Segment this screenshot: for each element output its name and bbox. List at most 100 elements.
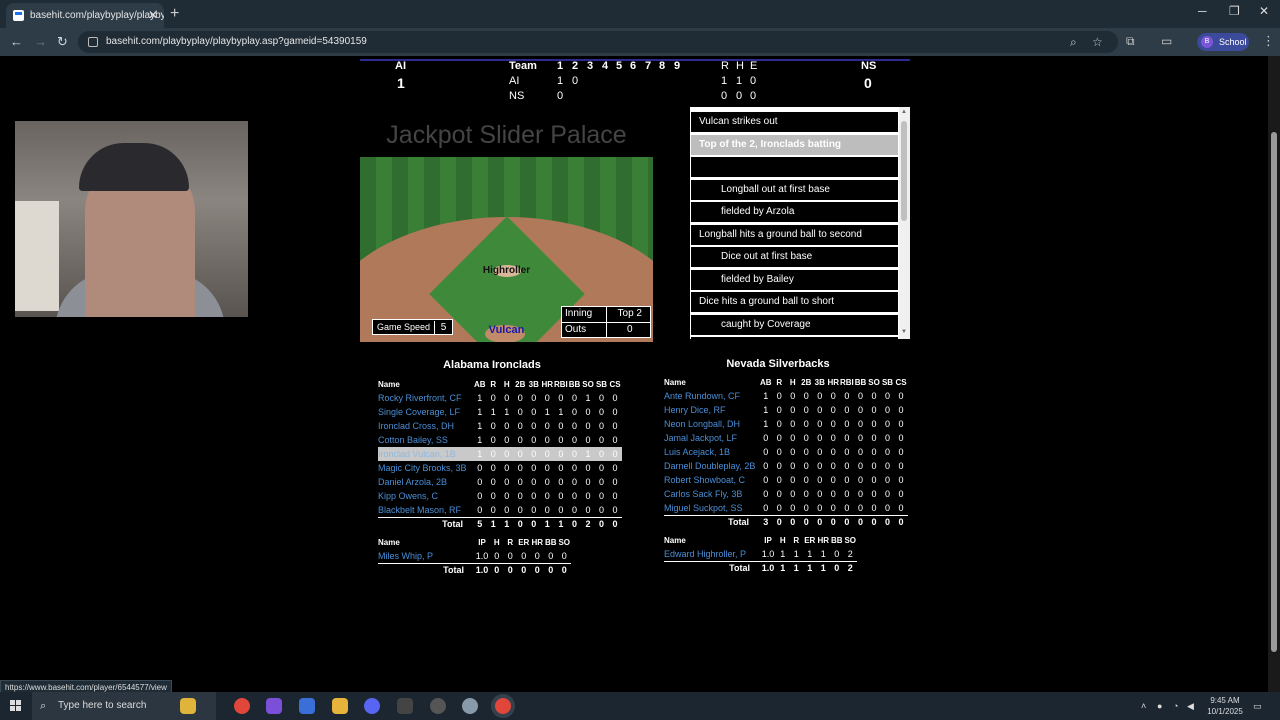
player-name-link[interactable]: Jamal Jackpot, LF bbox=[664, 431, 759, 445]
pitcher-name-link[interactable]: Edward Highroller, P bbox=[664, 547, 760, 561]
total-cell: 1 bbox=[486, 516, 500, 531]
stat-cell: 0 bbox=[803, 475, 809, 485]
microphone-icon[interactable]: ● bbox=[1157, 692, 1162, 720]
volume-icon[interactable]: ◀ bbox=[1187, 692, 1194, 720]
profile-label: School bbox=[1219, 37, 1247, 47]
taskbar-clock[interactable]: 9:45 AM 10/1/2025 bbox=[1200, 695, 1250, 717]
scrollbar-thumb[interactable] bbox=[1271, 132, 1277, 652]
total-cell: 0 bbox=[880, 514, 895, 529]
player-name-link[interactable]: Miguel Suckpot, SS bbox=[664, 501, 759, 515]
new-tab-icon[interactable]: + bbox=[170, 3, 179, 25]
scroll-down-icon[interactable]: ▼ bbox=[901, 329, 907, 335]
stat-cell: 0 bbox=[521, 550, 527, 561]
stat-cell: 0 bbox=[544, 463, 550, 473]
address-bar[interactable]: basehit.com/playbyplay/playbyplay.asp?ga… bbox=[78, 31, 1118, 53]
total-label: Total bbox=[378, 516, 473, 531]
stat-cell: 0 bbox=[830, 489, 836, 499]
home-rhe-value: 0 bbox=[721, 90, 728, 102]
stat-cell: 1 bbox=[780, 548, 786, 559]
chrome-profile-icon[interactable] bbox=[462, 698, 478, 714]
player-name-link[interactable]: Ironclad Vulcan, 1B bbox=[378, 447, 473, 461]
close-window-icon[interactable]: ✕ bbox=[1259, 4, 1269, 18]
discord-icon[interactable] bbox=[364, 698, 380, 714]
player-name-link[interactable]: Magic City Brooks, 3B bbox=[378, 461, 473, 475]
stat-cell: 0 bbox=[858, 405, 864, 415]
away-inning-run: 1 bbox=[557, 75, 564, 87]
player-name-link[interactable]: Darnell Doubleplay, 2B bbox=[664, 459, 759, 473]
player-name-link[interactable]: Blackbelt Mason, RF bbox=[378, 503, 473, 517]
windows-start-icon[interactable] bbox=[10, 700, 22, 712]
search-icon: ⌕ bbox=[40, 700, 47, 712]
player-name-link[interactable]: Single Coverage, LF bbox=[378, 405, 473, 419]
browser-tab[interactable]: basehit.com/playbyplay/playby... ✕ bbox=[6, 3, 164, 28]
game-speed-box[interactable]: Game Speed 5 bbox=[372, 319, 454, 335]
stat-cell: 0 bbox=[763, 447, 769, 457]
player-name-link[interactable]: Luis Acejack, 1B bbox=[664, 445, 759, 459]
column-header: H bbox=[493, 537, 500, 547]
player-name-link[interactable]: Kipp Owens, C bbox=[378, 489, 473, 503]
app-icon[interactable] bbox=[397, 698, 413, 714]
restore-icon[interactable]: ❐ bbox=[1229, 4, 1240, 18]
inning-header: 2 bbox=[572, 60, 579, 72]
column-header: CS bbox=[609, 379, 621, 389]
sidebar-icon[interactable]: ▭ bbox=[1161, 34, 1172, 48]
inning-header: 7 bbox=[645, 60, 652, 72]
scroll-up-icon[interactable]: ▲ bbox=[901, 109, 907, 115]
page-scrollbar[interactable] bbox=[1268, 56, 1280, 692]
play-by-play-list[interactable]: ▲ ▼ Vulcan strikes out Top of the 2, Iron… bbox=[690, 107, 910, 339]
column-header: ER bbox=[804, 535, 816, 545]
store-icon[interactable] bbox=[299, 698, 315, 714]
player-name-link[interactable]: Carlos Sack Fly, 3B bbox=[664, 487, 759, 501]
stat-cell: 0 bbox=[885, 475, 891, 485]
stat-cell: 0 bbox=[790, 475, 796, 485]
stat-cell: 0 bbox=[585, 435, 591, 445]
player-name-link[interactable]: Robert Showboat, C bbox=[664, 473, 759, 487]
app-circle-icon[interactable] bbox=[430, 698, 446, 714]
notifications-icon[interactable]: ▭ bbox=[1253, 692, 1262, 720]
minimize-icon[interactable]: ─ bbox=[1198, 4, 1207, 18]
column-header: SO bbox=[868, 377, 880, 387]
player-name-link[interactable]: Neon Longball, DH bbox=[664, 417, 759, 431]
stat-cell: 0 bbox=[599, 421, 605, 431]
tray-chevron-icon[interactable]: ˄ bbox=[1141, 692, 1146, 720]
stat-cell: 0 bbox=[504, 393, 510, 403]
chrome-active-icon[interactable] bbox=[495, 698, 511, 714]
stat-cell: 0 bbox=[531, 477, 537, 487]
player-name-link[interactable]: Rocky Riverfront, CF bbox=[378, 391, 473, 405]
player-name-link[interactable]: Ironclad Cross, DH bbox=[378, 419, 473, 433]
table-row: Blackbelt Mason, RF 0 0 0 0 0 0 0 0 0 0 0 bbox=[378, 503, 622, 517]
back-icon[interactable]: ← bbox=[10, 34, 23, 50]
pbp-scrollbar[interactable]: ▲ ▼ bbox=[899, 107, 910, 339]
pitcher-name-link[interactable]: Miles Whip, P bbox=[378, 549, 474, 563]
game-speed-value[interactable]: 5 bbox=[434, 321, 452, 335]
wifi-icon[interactable]: ◔ bbox=[1173, 692, 1178, 720]
player-name-link[interactable]: Ante Rundown, CF bbox=[664, 389, 759, 403]
extensions-icon[interactable]: ⧉ bbox=[1126, 34, 1135, 49]
column-header: 2B bbox=[801, 377, 812, 387]
total-cell: 0 bbox=[594, 516, 609, 531]
bookmark-star-icon[interactable]: ☆ bbox=[1092, 31, 1103, 53]
browser-menu-icon[interactable]: ⋮ bbox=[1262, 33, 1275, 49]
player-name-link[interactable]: Daniel Arzola, 2B bbox=[378, 475, 473, 489]
close-tab-icon[interactable]: ✕ bbox=[148, 3, 158, 28]
total-cell: 1 bbox=[816, 560, 830, 575]
stat-cell: 0 bbox=[507, 550, 513, 561]
chrome-icon[interactable] bbox=[234, 698, 250, 714]
player-name-link[interactable]: Cotton Bailey, SS bbox=[378, 433, 473, 447]
stat-cell: 0 bbox=[844, 502, 850, 513]
file-explorer-icon[interactable] bbox=[332, 698, 348, 714]
reload-icon[interactable]: ↻ bbox=[57, 34, 68, 50]
copilot-sparkle-icon[interactable] bbox=[180, 698, 196, 714]
outs-label: Outs bbox=[565, 324, 587, 335]
site-info-icon[interactable] bbox=[88, 37, 98, 47]
forward-icon[interactable]: → bbox=[34, 34, 47, 50]
pbp-scrollbar-thumb[interactable] bbox=[901, 121, 907, 221]
stat-cell: 0 bbox=[517, 393, 523, 403]
stat-cell: 0 bbox=[803, 489, 809, 499]
zoom-icon[interactable]: ⌕ bbox=[1070, 31, 1077, 53]
total-cell: 0 bbox=[513, 516, 527, 531]
clock-date: 10/1/2025 bbox=[1207, 707, 1243, 716]
player-name-link[interactable]: Henry Dice, RF bbox=[664, 403, 759, 417]
profile-button[interactable]: B School bbox=[1197, 33, 1249, 51]
copilot-icon[interactable] bbox=[266, 698, 282, 714]
